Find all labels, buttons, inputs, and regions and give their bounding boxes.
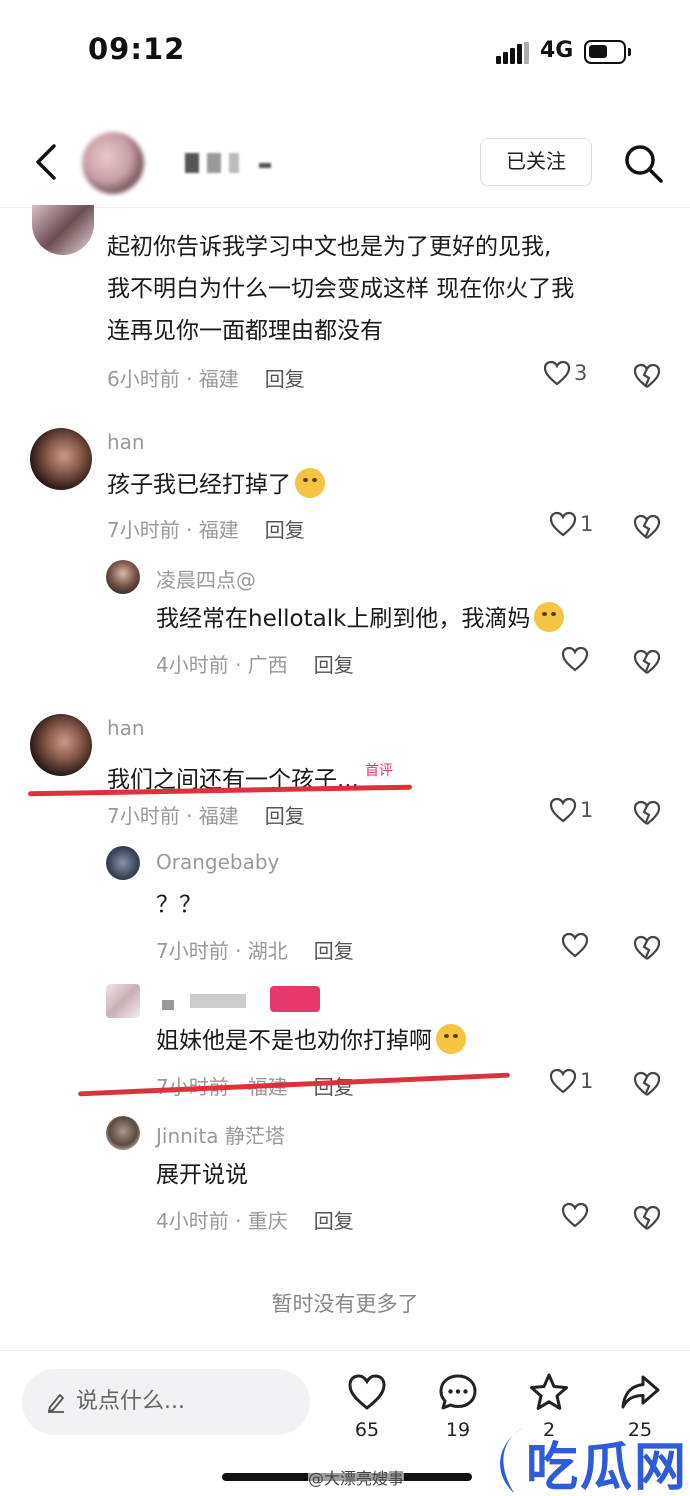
pencil-icon	[48, 1394, 64, 1413]
comment-time-location: 7小时前 · 福建	[107, 518, 239, 542]
commenter-name: Orangebaby	[156, 850, 280, 874]
like-button[interactable]: 1	[548, 1066, 593, 1100]
like-action[interactable]: 65	[337, 1371, 397, 1441]
like-button[interactable]	[560, 644, 592, 678]
comment-text: 起初你告诉我学习中文也是为了更好的见我, 我不明白为什么一切会变成这样 现在你火…	[107, 234, 575, 344]
reply-button[interactable]: 回复	[314, 1209, 354, 1233]
comment-meta: 7小时前 · 福建 回复	[107, 800, 305, 829]
comment-time-location: 4小时前 · 广西	[156, 653, 288, 677]
heart-icon	[549, 797, 577, 823]
back-arrow-icon[interactable]	[30, 140, 70, 184]
heart-icon	[543, 360, 571, 386]
like-button[interactable]	[560, 1200, 592, 1234]
status-time: 09:12	[88, 32, 186, 66]
comment-meta: 7小时前 · 福建 回复	[107, 514, 305, 543]
broken-heart-icon[interactable]	[632, 798, 662, 828]
heart-icon	[549, 1068, 577, 1094]
heart-icon	[561, 646, 589, 672]
commenter-name: Jinnita 静茫塔	[156, 1124, 285, 1148]
comment-text: 孩子我已经打掉了	[107, 464, 325, 506]
reply-button[interactable]: 回复	[314, 939, 354, 963]
site-brand-text: 吃瓜网	[526, 1438, 689, 1496]
like-count: 3	[574, 361, 588, 385]
like-button[interactable]: 3	[542, 358, 587, 392]
like-count: 1	[580, 1069, 594, 1093]
site-watermark-logo: 吃瓜网	[490, 1423, 690, 1496]
battery-icon	[584, 40, 631, 64]
comment-total: 19	[445, 1419, 471, 1441]
broken-heart-icon[interactable]	[632, 933, 662, 963]
follow-button[interactable]: 已关注	[480, 138, 592, 186]
like-count: 1	[580, 512, 594, 536]
logo-swoosh-icon	[500, 1427, 524, 1493]
share-arrow-icon	[621, 1375, 660, 1409]
comment-text: 展开说说	[156, 1162, 248, 1188]
comment-meta: 7小时前 · 湖北 回复	[156, 935, 354, 964]
like-button[interactable]	[560, 930, 592, 964]
commenter-avatar[interactable]	[30, 428, 92, 490]
reply-button[interactable]: 回复	[265, 804, 305, 828]
crying-emoji-icon	[436, 1024, 466, 1054]
status-bar: 09:12 4G	[0, 0, 690, 100]
top-nav: 已关注	[0, 120, 690, 208]
comment-input-placeholder: 说点什么...	[76, 1389, 185, 1414]
reply-button[interactable]: 回复	[314, 1075, 354, 1099]
commenter-name: han	[107, 430, 145, 454]
first-comment-tag: 首评	[364, 763, 393, 779]
comment-time-location: 4小时前 · 重庆	[156, 1209, 288, 1233]
comment-text: 我经常在hellotalk上刷到他，我滴妈	[156, 598, 565, 640]
reply-button[interactable]: 回复	[314, 653, 354, 677]
broken-heart-icon[interactable]	[632, 1069, 662, 1099]
commenter-avatar[interactable]	[30, 714, 92, 776]
comment-bubble-icon	[439, 1374, 477, 1410]
commenter-avatar[interactable]	[106, 846, 140, 880]
weibo-watermark: @大漂亮嫂事	[308, 1465, 405, 1489]
commenter-name-redacted	[162, 994, 252, 1010]
commenter-avatar-redacted[interactable]	[106, 984, 140, 1018]
network-label: 4G	[540, 38, 574, 63]
comment-time-location: 7小时前 · 福建	[107, 804, 239, 828]
heart-icon	[348, 1374, 386, 1410]
commenter-name: 凌晨四点@	[156, 568, 256, 592]
heart-icon	[549, 511, 577, 537]
comment-meta: 4小时前 · 广西 回复	[156, 649, 354, 678]
comment-action[interactable]: 19	[428, 1371, 488, 1441]
heart-icon	[561, 1202, 589, 1228]
end-of-list-text: 暂时没有更多了	[271, 1292, 419, 1316]
surprised-emoji-icon	[534, 602, 565, 632]
author-name-redacted	[185, 153, 275, 173]
like-button[interactable]: 1	[548, 795, 593, 829]
comment-time-location: 6小时前 · 福建	[107, 367, 239, 391]
commenter-avatar[interactable]	[106, 560, 140, 594]
author-avatar[interactable]	[82, 132, 144, 194]
comment-meta: 6小时前 · 福建 回复	[107, 363, 305, 392]
commenter-avatar[interactable]	[32, 205, 94, 255]
crying-emoji-icon	[295, 468, 325, 498]
reply-button[interactable]: 回复	[265, 367, 305, 391]
comment-input[interactable]: 说点什么...	[22, 1369, 310, 1435]
star-icon	[530, 1373, 568, 1410]
like-button[interactable]: 1	[548, 509, 593, 543]
signal-icon	[496, 42, 529, 64]
broken-heart-icon[interactable]	[632, 647, 662, 677]
commenter-name: han	[107, 716, 145, 740]
like-count: 1	[580, 798, 594, 822]
comment-text: 姐妹他是不是也劝你打掉啊	[156, 1020, 466, 1062]
broken-heart-icon[interactable]	[632, 512, 662, 542]
heart-icon	[561, 932, 589, 958]
badge-redacted	[270, 986, 320, 1012]
like-total: 65	[354, 1419, 380, 1441]
reply-button[interactable]: 回复	[265, 518, 305, 542]
comment-meta: 4小时前 · 重庆 回复	[156, 1205, 354, 1234]
comment-time-location: 7小时前 · 湖北	[156, 939, 288, 963]
bottom-action-bar: 说点什么... 65 19 2 25 @大漂亮嫂事 吃瓜网	[0, 1350, 690, 1496]
search-icon[interactable]	[622, 142, 664, 184]
broken-heart-icon[interactable]	[632, 1203, 662, 1233]
commenter-avatar[interactable]	[106, 1116, 140, 1150]
broken-heart-icon[interactable]	[632, 361, 662, 391]
comment-text: ？？	[156, 892, 202, 918]
